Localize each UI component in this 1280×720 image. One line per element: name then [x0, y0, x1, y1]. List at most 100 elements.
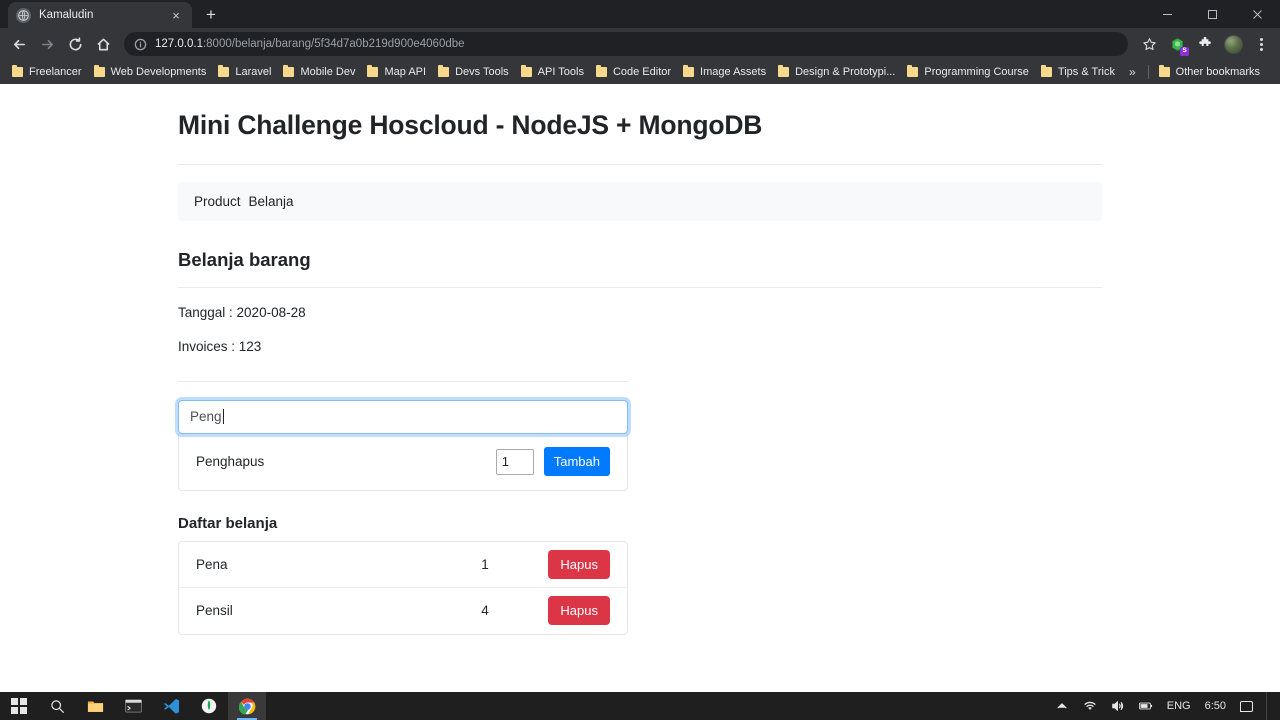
tab-title: Kamaludin — [39, 9, 94, 21]
search-input[interactable]: Peng — [178, 399, 628, 434]
bookmark-item[interactable]: Image Assets — [677, 62, 772, 82]
mongodb-compass-button[interactable] — [190, 692, 228, 720]
reload-button[interactable] — [62, 31, 88, 57]
extension-badge: S — [1180, 47, 1189, 56]
bookmark-item[interactable]: Devs Tools — [432, 62, 515, 82]
bookmark-item[interactable]: Web Developments — [88, 62, 213, 82]
vscode-icon — [163, 698, 179, 714]
bookmark-label: Image Assets — [700, 66, 767, 78]
bookmark-item[interactable]: Code Editor — [590, 62, 677, 82]
page-container: Mini Challenge Hoscloud - NodeJS + Mongo… — [178, 84, 1102, 635]
add-item-form: Peng Penghapus Tambah Daftar belanja Pen… — [178, 380, 628, 635]
volume-icon[interactable] — [1104, 692, 1132, 720]
page-title: Mini Challenge Hoscloud - NodeJS + Mongo… — [178, 110, 1102, 165]
add-item-button[interactable]: Tambah — [543, 447, 610, 477]
bookmark-item[interactable]: Map API — [361, 62, 432, 82]
taskbar-items — [0, 692, 266, 720]
folder-icon — [778, 65, 790, 77]
bookmark-label: Mobile Dev — [300, 66, 356, 78]
section-title: Belanja barang — [178, 249, 1102, 288]
list-item-name: Pensil — [196, 603, 233, 619]
bookmarks-overflow-button[interactable]: » — [1121, 65, 1144, 79]
other-bookmarks-button[interactable]: Other bookmarks — [1153, 62, 1266, 82]
bookmark-item[interactable]: Design & Prototypi... — [772, 62, 901, 82]
vscode-button[interactable] — [152, 692, 190, 720]
home-button[interactable] — [90, 31, 116, 57]
back-button[interactable] — [6, 31, 32, 57]
start-button[interactable] — [0, 692, 38, 720]
windows-logo-icon — [11, 698, 27, 714]
bookmark-label: Laravel — [235, 66, 272, 78]
three-dot-menu-icon[interactable] — [1248, 31, 1274, 57]
terminal-button[interactable] — [114, 692, 152, 720]
breadcrumb-item-product[interactable]: Product — [194, 194, 241, 209]
file-explorer-button[interactable] — [76, 692, 114, 720]
bookmark-item[interactable]: Freelancer — [6, 62, 88, 82]
window-controls — [1145, 0, 1280, 28]
browser-tab[interactable]: Kamaludin × — [8, 2, 192, 28]
bookmark-label: API Tools — [537, 66, 584, 78]
tray-chevron-up-icon[interactable] — [1048, 692, 1076, 720]
browser-titlebar: Kamaludin × + — [0, 0, 1280, 28]
bookmark-label: Devs Tools — [455, 66, 509, 78]
avatar[interactable] — [1220, 31, 1246, 57]
folder-icon — [438, 65, 450, 77]
system-tray: ENG 6:50 — [1048, 692, 1280, 720]
mongodb-icon — [201, 698, 217, 714]
folder-icon — [367, 65, 379, 77]
browser-toolbar: 127.0.0.1:8000/belanja/barang/5f34d7a0b2… — [0, 28, 1280, 60]
list-item: Pensil 4 Hapus — [179, 588, 627, 634]
folder-icon — [907, 65, 919, 77]
show-desktop-button[interactable] — [1266, 692, 1276, 720]
quantity-input[interactable] — [495, 448, 534, 475]
star-icon[interactable] — [1136, 31, 1162, 57]
window-minimize-button[interactable] — [1145, 0, 1190, 28]
window-close-button[interactable] — [1235, 0, 1280, 28]
bookmark-item[interactable]: Mobile Dev — [277, 62, 361, 82]
url-host: 127.0.0.1 — [155, 38, 203, 50]
globe-icon — [16, 7, 31, 23]
chrome-button[interactable] — [228, 692, 266, 720]
breadcrumb-item-belanja[interactable]: Belanja — [249, 194, 294, 209]
delete-button[interactable]: Hapus — [548, 549, 610, 579]
bookmark-item[interactable]: API Tools — [515, 62, 590, 82]
bookmark-item[interactable]: Laravel — [212, 62, 277, 82]
page-viewport: Mini Challenge Hoscloud - NodeJS + Mongo… — [0, 84, 1280, 692]
folder-icon — [283, 65, 295, 77]
list-item-action: Hapus — [530, 596, 610, 626]
list-item-qty: 4 — [481, 603, 489, 619]
bookmarks-divider — [1147, 65, 1149, 79]
suggestion-row[interactable]: Penghapus Tambah — [179, 434, 627, 490]
battery-icon[interactable] — [1132, 692, 1160, 720]
bookmark-label: Design & Prototypi... — [795, 66, 896, 78]
chrome-icon — [238, 698, 255, 715]
puzzle-icon[interactable] — [1192, 31, 1218, 57]
bookmarks-bar: Freelancer Web Developments Laravel Mobi… — [0, 60, 1280, 84]
folder-icon — [12, 65, 23, 77]
tanggal-text: Tanggal : 2020-08-28 — [178, 304, 306, 320]
folder-icon — [683, 65, 695, 77]
folder-icon — [1158, 65, 1170, 77]
bookmark-label: Tips & Trick — [1057, 66, 1115, 78]
window-maximize-button[interactable] — [1190, 0, 1235, 28]
search-button[interactable] — [38, 692, 76, 720]
folder-icon — [520, 65, 532, 77]
list-item-action: Hapus — [530, 549, 610, 579]
language-indicator[interactable]: ENG — [1160, 700, 1198, 712]
list-item-qty: 1 — [481, 556, 489, 572]
delete-button[interactable]: Hapus — [548, 596, 610, 626]
bookmark-item[interactable]: Tips & Trick — [1035, 62, 1121, 82]
notifications-icon[interactable] — [1233, 692, 1260, 720]
tab-close-icon[interactable]: × — [168, 7, 184, 23]
shopping-list: Pena 1 Hapus Pensil 4 Hapus — [178, 540, 628, 635]
bookmark-item[interactable]: Programming Course — [901, 62, 1035, 82]
folder-icon — [87, 700, 103, 712]
address-bar[interactable]: 127.0.0.1:8000/belanja/barang/5f34d7a0b2… — [124, 32, 1128, 56]
forward-button[interactable] — [34, 31, 60, 57]
wifi-icon[interactable] — [1076, 692, 1104, 720]
breadcrumb: Product Belanja — [178, 181, 1102, 221]
extension-icon[interactable]: S — [1164, 31, 1190, 57]
clock[interactable]: 6:50 — [1198, 700, 1233, 712]
new-tab-button[interactable]: + — [198, 2, 224, 28]
info-circle-icon[interactable] — [134, 38, 147, 51]
